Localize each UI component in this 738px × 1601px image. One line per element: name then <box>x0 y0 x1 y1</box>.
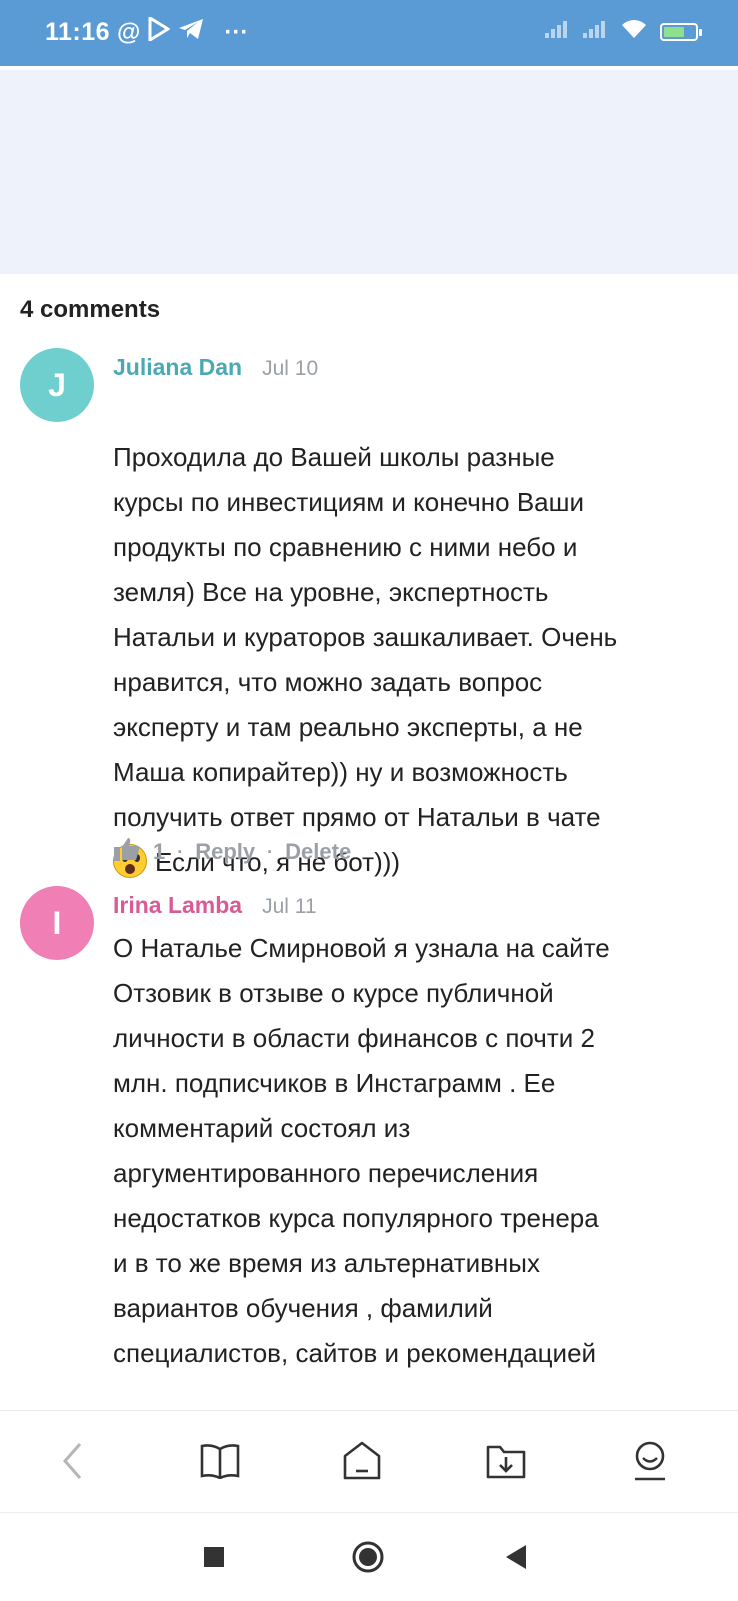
home-circle-icon[interactable] <box>346 1535 390 1579</box>
comment-header: Irina Lamba Jul 11 <box>113 892 317 919</box>
recents-icon[interactable] <box>192 1535 236 1579</box>
avatar[interactable]: J <box>20 348 94 422</box>
profile-icon[interactable] <box>628 1439 672 1483</box>
comments-count: 4 comments <box>20 296 161 323</box>
comment-actions: 1 · Reply · Delete <box>113 836 351 868</box>
back-triangle-icon[interactable] <box>494 1535 538 1579</box>
status-bar: 11:16 @ ··· <box>0 0 738 66</box>
book-icon[interactable] <box>198 1439 242 1483</box>
banner-placeholder <box>0 70 738 274</box>
more-dots-icon: ··· <box>224 18 249 46</box>
comment-date: Jul 10 <box>262 357 319 380</box>
telegram-icon <box>178 18 204 47</box>
status-time: 11:16 <box>45 18 111 46</box>
signal-icon <box>544 19 570 44</box>
download-icon[interactable] <box>484 1439 528 1483</box>
like-icon[interactable] <box>113 836 141 868</box>
avatar[interactable]: I <box>20 886 94 960</box>
at-sign-icon: @ <box>117 18 141 46</box>
reply-button[interactable]: Reply <box>195 839 255 865</box>
comment-author[interactable]: Irina Lamba <box>113 892 242 919</box>
comment-date: Jul 11 <box>262 895 317 918</box>
delete-button[interactable]: Delete <box>285 839 351 865</box>
status-left-icons: @ ··· <box>117 15 249 48</box>
bottom-nav-bar <box>0 1410 738 1511</box>
comment-author[interactable]: Juliana Dan <box>113 354 242 381</box>
home-icon[interactable] <box>340 1439 384 1483</box>
comment-text: О Наталье Смирновой я узнала на сайте От… <box>113 933 610 1368</box>
back-icon[interactable] <box>50 1439 94 1483</box>
battery-charging-icon <box>660 22 702 41</box>
signal-icon <box>582 19 608 44</box>
like-count: 1 <box>153 839 166 864</box>
wifi-icon <box>620 18 648 45</box>
status-right-icons <box>544 18 702 45</box>
system-nav-bar <box>0 1512 738 1601</box>
play-store-icon <box>148 15 172 48</box>
comment-header: Juliana Dan Jul 10 <box>113 354 318 381</box>
